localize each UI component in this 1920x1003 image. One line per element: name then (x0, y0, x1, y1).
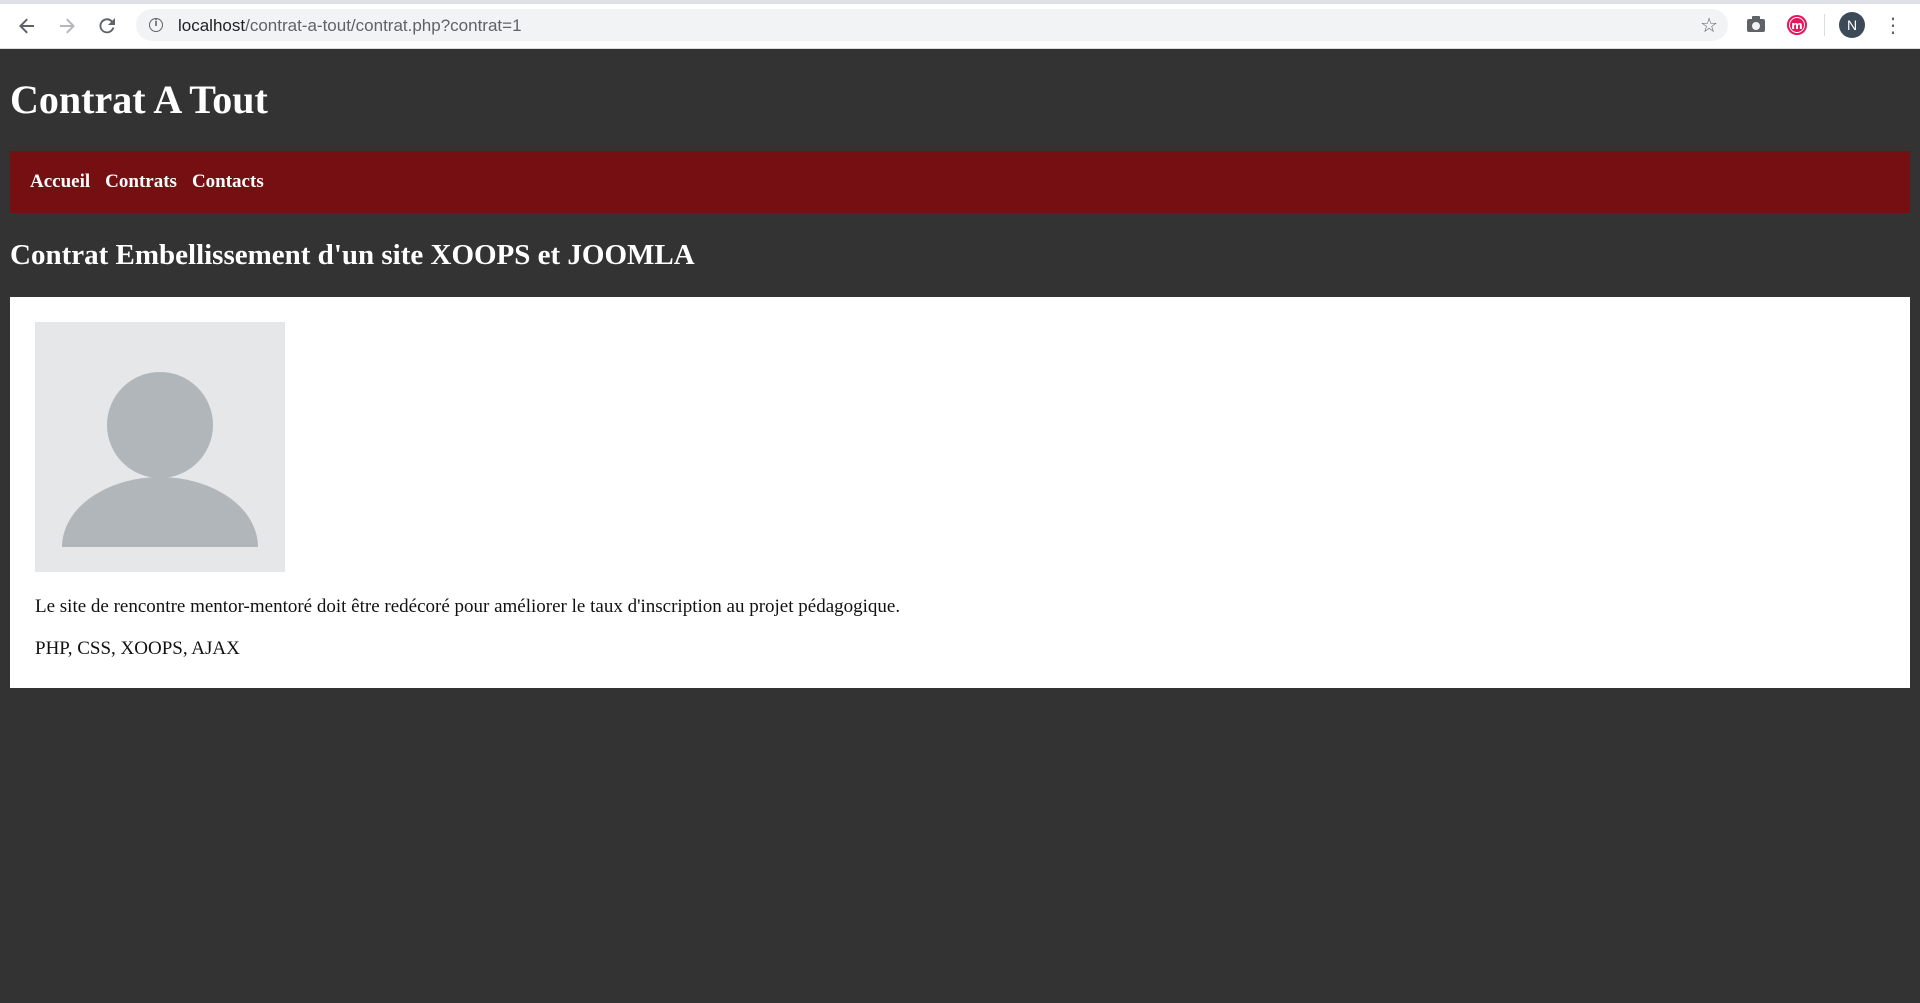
reload-icon (99, 18, 115, 34)
contract-card: Le site de rencontre mentor-mentoré doit… (10, 297, 1910, 688)
user-placeholder-icon (62, 372, 258, 547)
star-icon[interactable]: ☆ (1700, 13, 1718, 37)
screenshot-extension-button[interactable] (1743, 12, 1769, 38)
tab-strip (0, 0, 1920, 4)
browser-menu-button[interactable]: ⋮ (1880, 12, 1906, 38)
arrow-right-icon (60, 18, 75, 34)
contract-skills: PHP, CSS, XOOPS, AJAX (35, 638, 240, 659)
nav-link-accueil[interactable]: Accueil (30, 171, 90, 193)
profile-button[interactable]: N (1839, 12, 1865, 38)
reload-button[interactable] (93, 12, 121, 40)
back-button[interactable] (13, 12, 41, 40)
toolbar-separator (1824, 14, 1825, 36)
more-vertical-icon: ⋮ (1883, 13, 1903, 37)
extension-icon: m (1787, 15, 1807, 35)
forward-button[interactable] (53, 12, 81, 40)
main-nav: Accueil Contrats Contacts (10, 151, 1910, 213)
nav-link-contacts[interactable]: Contacts (192, 171, 264, 193)
contract-description: Le site de rencontre mentor-mentoré doit… (35, 596, 901, 617)
info-icon[interactable]: i (149, 18, 163, 32)
url-path: /contrat-a-tout/contrat.php?contrat=1 (245, 16, 522, 35)
site-title: Contrat A Tout (10, 77, 268, 122)
arrow-left-icon (19, 18, 34, 34)
nav-link-contrats[interactable]: Contrats (105, 171, 177, 193)
camera-icon (1747, 15, 1765, 32)
contract-image (35, 322, 285, 572)
profile-avatar: N (1839, 12, 1865, 38)
extension-button[interactable]: m (1784, 12, 1810, 38)
contract-title: Contrat Embellissement d'un site XOOPS e… (10, 239, 695, 271)
url-host: localhost (178, 16, 246, 35)
address-bar[interactable]: i localhost/contrat-a-tout/contrat.php?c… (136, 9, 1728, 41)
url-text[interactable]: localhost/contrat-a-tout/contrat.php?con… (178, 16, 522, 36)
browser-toolbar: i localhost/contrat-a-tout/contrat.php?c… (0, 0, 1920, 49)
